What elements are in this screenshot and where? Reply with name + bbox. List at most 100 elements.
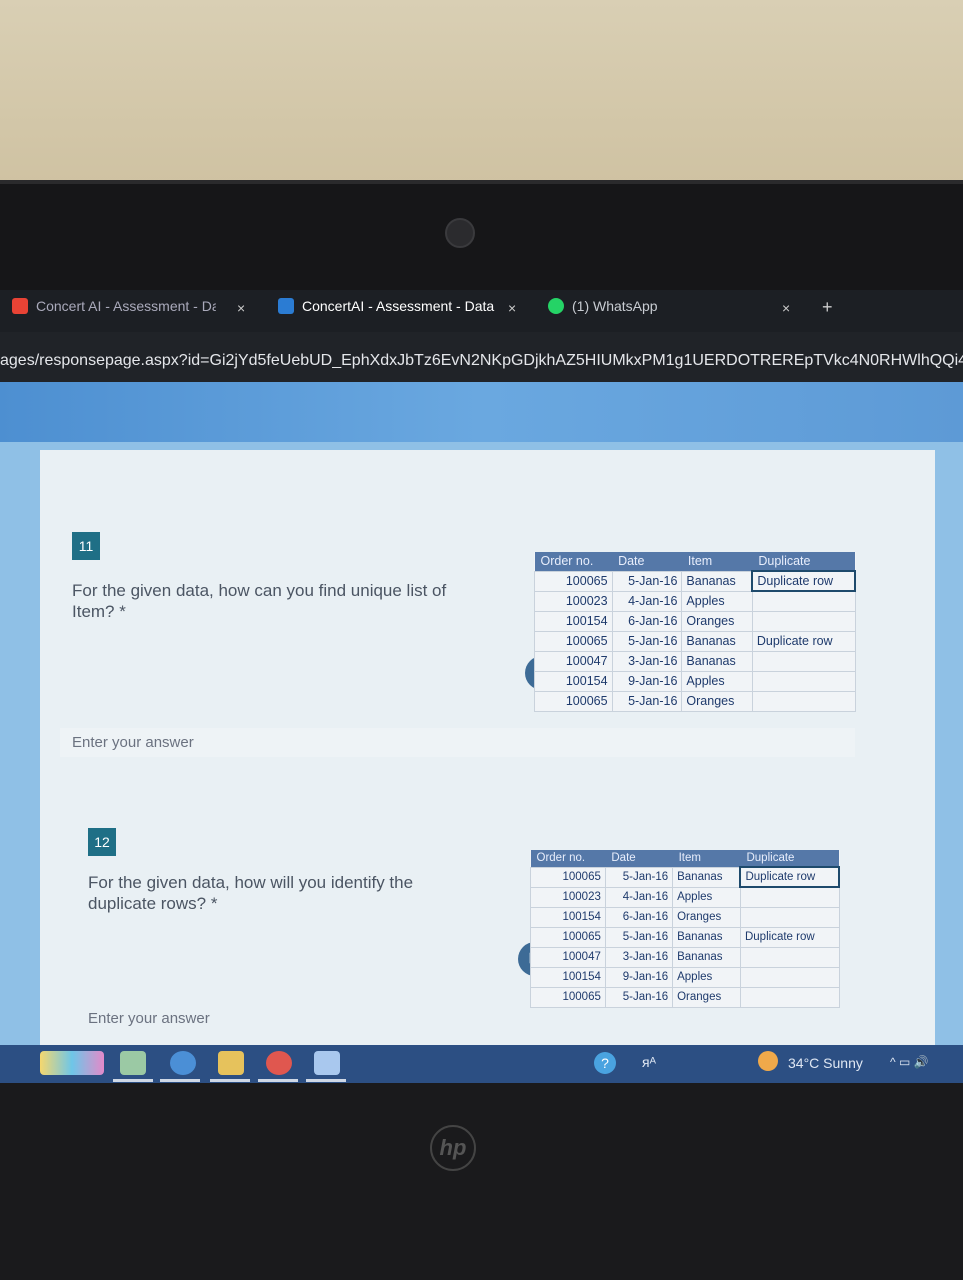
table-cell: 100154 <box>530 966 606 988</box>
table-row: 100154 9-Jan-16 Apples <box>534 670 856 692</box>
table-cell: 5-Jan-16 <box>604 926 674 948</box>
weather-icon <box>758 1051 778 1071</box>
answer-input[interactable]: Enter your answer <box>60 728 855 757</box>
webcam <box>445 218 475 248</box>
table-row: 100154 6-Jan-16 Oranges <box>534 610 856 632</box>
close-tab-icon[interactable]: × <box>237 300 245 316</box>
gmail-icon <box>12 298 28 314</box>
question-label: For the given data, how will you identif… <box>88 873 414 913</box>
tab-concert-ai-forms[interactable]: ConcertAI - Assessment - Data <box>278 298 494 314</box>
table-cell: 100023 <box>534 590 613 612</box>
table-row: 100023 4-Jan-16 Apples <box>534 590 856 612</box>
whatsapp-icon <box>548 298 564 314</box>
table-cell: Duplicate row <box>739 926 840 948</box>
tab-label: ConcertAI - Assessment - Data <box>302 298 495 314</box>
answer-input[interactable]: Enter your answer <box>76 1004 856 1033</box>
table-cell: Apples <box>681 590 753 612</box>
table-cell: Oranges <box>672 906 741 928</box>
required-marker: * <box>210 894 218 913</box>
new-tab-button[interactable]: + <box>822 297 833 318</box>
chrome-icon[interactable] <box>170 1051 196 1075</box>
table-cell: 6-Jan-16 <box>611 610 683 632</box>
table-cell <box>751 670 856 692</box>
table-row: 100047 3-Jan-16 Bananas <box>530 946 840 968</box>
question-number: 11 <box>72 532 100 560</box>
table-cell: 100065 <box>534 570 613 592</box>
question-image-table: Order no. Date Item Duplicate 100065 5-Jan-16… <box>530 850 840 1008</box>
table-header-row: Order no. Date Item Duplicate <box>534 552 855 571</box>
help-icon[interactable]: ? <box>594 1052 616 1074</box>
hp-logo: hp <box>430 1125 476 1171</box>
tab-whatsapp[interactable]: (1) WhatsApp <box>548 298 658 314</box>
table-row: 100065 5-Jan-16 Bananas Duplicate row <box>530 866 840 888</box>
table-cell: 100065 <box>534 690 613 712</box>
table-cell: 4-Jan-16 <box>611 590 683 612</box>
table-row: 100154 6-Jan-16 Oranges <box>530 906 840 928</box>
table-cell: 3-Jan-16 <box>604 946 674 968</box>
file-explorer-icon[interactable] <box>218 1051 244 1075</box>
table-cell: 100047 <box>534 650 613 672</box>
forms-icon <box>278 298 294 314</box>
table-cell <box>739 946 840 968</box>
table-cell: Apples <box>681 670 753 692</box>
address-bar[interactable]: ages/responsepage.aspx?id=Gi2jYd5feUebUD… <box>0 332 963 382</box>
table-cell: Bananas <box>672 946 741 968</box>
table-cell: Bananas <box>681 630 753 652</box>
people-icon[interactable]: ᴙᴬ <box>642 1054 656 1070</box>
table-cell: Duplicate row <box>751 570 856 592</box>
table-cell: 3-Jan-16 <box>611 650 683 672</box>
table-cell <box>739 966 840 988</box>
table-cell: Bananas <box>681 570 753 592</box>
active-indicator <box>160 1079 200 1082</box>
table-row: 100065 5-Jan-16 Bananas Duplicate row <box>534 570 856 592</box>
table-row: 100154 9-Jan-16 Apples <box>530 966 840 988</box>
table-cell: 4-Jan-16 <box>604 886 674 908</box>
table-cell: Duplicate row <box>739 866 840 888</box>
table-row: 100047 3-Jan-16 Bananas <box>534 650 856 672</box>
table-row: 100023 4-Jan-16 Apples <box>530 886 840 908</box>
column-header: Duplicate <box>740 850 839 867</box>
table-cell: 9-Jan-16 <box>611 670 683 692</box>
table-cell: Oranges <box>681 610 753 632</box>
question-text: For the given data, how will you identif… <box>88 872 468 914</box>
taskbar: ? ᴙᴬ 34°C Sunny ^ ▭ 🔊 <box>0 1045 963 1083</box>
close-tab-icon[interactable]: × <box>782 300 790 316</box>
table-cell: 9-Jan-16 <box>604 966 674 988</box>
table-cell: Apples <box>672 886 741 908</box>
close-tab-icon[interactable]: × <box>508 300 516 316</box>
wall-background <box>0 0 963 185</box>
table-cell: 5-Jan-16 <box>611 630 683 652</box>
column-header: Item <box>681 552 753 571</box>
tab-concert-ai-gmail[interactable]: Concert AI - Assessment - Data <box>12 298 216 314</box>
table-cell: Oranges <box>681 690 753 712</box>
question-image-table: Order no. Date Item Duplicate 100065 5-Jan-16… <box>534 552 856 712</box>
column-header: Duplicate <box>752 552 855 571</box>
form-header-banner <box>0 382 963 442</box>
table-cell <box>751 590 856 612</box>
table-cell: Bananas <box>681 650 753 672</box>
column-header: Order no. <box>534 552 613 571</box>
active-indicator <box>210 1079 250 1082</box>
table-cell: 100065 <box>534 630 613 652</box>
widgets-icon[interactable] <box>40 1051 104 1075</box>
table-cell: Duplicate row <box>751 630 856 652</box>
table-row: 100065 5-Jan-16 Bananas Duplicate row <box>530 926 840 948</box>
table-cell: 5-Jan-16 <box>611 570 683 592</box>
browser-tab-bar: Concert AI - Assessment - Data × Concert… <box>0 290 963 332</box>
table-cell <box>739 886 840 908</box>
column-header: Date <box>605 850 673 867</box>
table-cell <box>751 650 856 672</box>
app-icon[interactable] <box>120 1051 146 1075</box>
weather-text[interactable]: 34°C Sunny <box>788 1055 863 1071</box>
app-icon[interactable] <box>314 1051 340 1075</box>
table-cell <box>739 906 840 928</box>
system-tray[interactable]: ^ ▭ 🔊 <box>890 1055 929 1069</box>
column-header: Date <box>612 552 682 571</box>
table-cell <box>751 690 856 712</box>
question-text: For the given data, how can you find uni… <box>72 580 492 622</box>
question-label: For the given data, how can you find uni… <box>72 581 447 621</box>
table-row: 100065 5-Jan-16 Bananas Duplicate row <box>534 630 856 652</box>
column-header: Order no. <box>530 850 606 867</box>
wps-office-icon[interactable] <box>266 1051 292 1075</box>
table-cell: Bananas <box>672 866 741 888</box>
